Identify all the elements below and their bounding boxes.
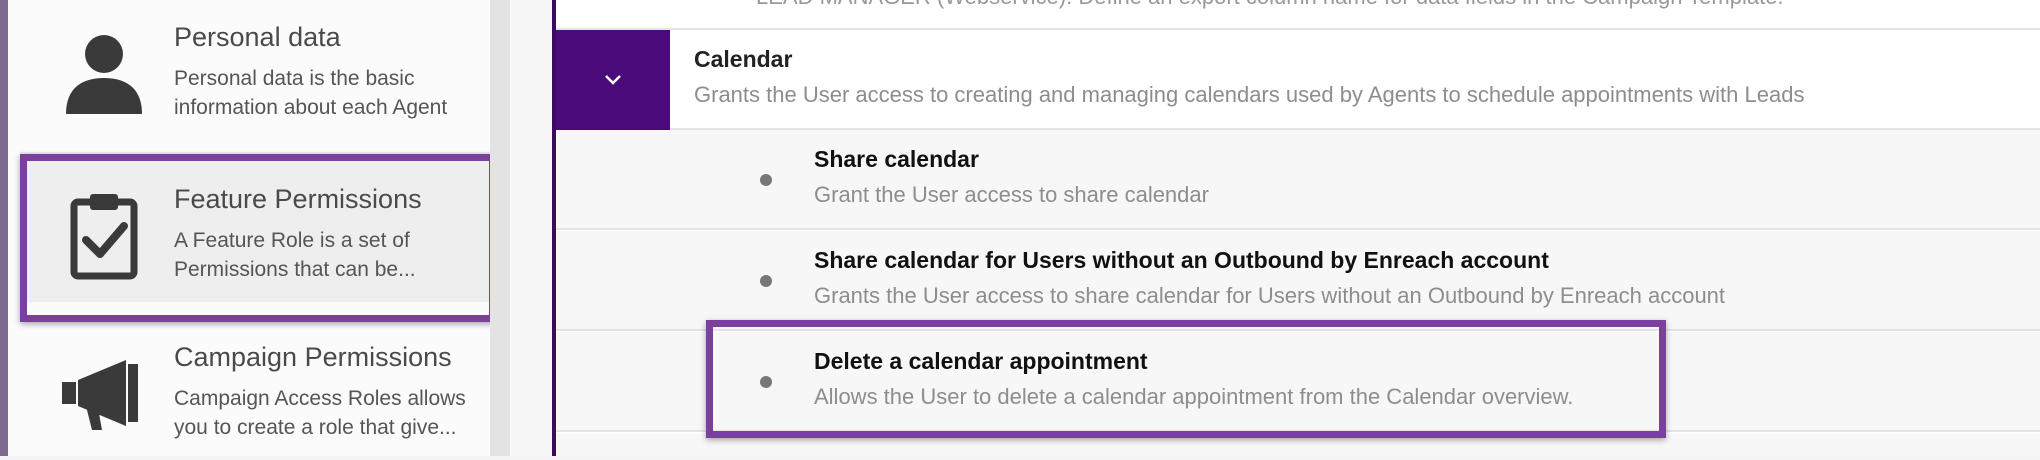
sidebar-scrollbar[interactable] [490,0,510,456]
sidebar-item-campaign-permissions[interactable]: Campaign Permissions Campaign Access Rol… [20,310,490,460]
category-title: Calendar [694,46,793,72]
highlight-frame-permission [706,320,1666,438]
bullet-icon [760,275,772,287]
category-row-calendar[interactable]: Calendar Grants the User access to creat… [556,30,2040,130]
bullet-icon [760,174,772,186]
category-description: Grants the User access to creating and m… [694,82,1805,107]
megaphone-icon [58,346,150,438]
sidebar-item-title: Personal data [174,22,341,52]
permission-description: Grants the User access to share calendar… [814,283,1726,308]
permission-title: Share calendar [814,146,979,172]
permission-description: Grant the User access to share calendar [814,182,1209,207]
highlight-frame-sidebar [20,154,496,322]
chevron-down-icon [605,75,621,85]
sidebar-item-personal-data[interactable]: Personal data Personal data is the basic… [20,0,490,140]
permission-row[interactable]: Share calendar for Users without an Outb… [556,231,2040,331]
expand-toggle-button[interactable] [556,30,670,130]
permission-title: Share calendar for Users without an Outb… [814,247,1549,273]
permission-row[interactable]: Share calendar Grant the User access to … [556,130,2040,230]
truncated-row: LEAD MANAGER (Webservice). Define an exp… [556,0,2040,30]
truncated-description: LEAD MANAGER (Webservice). Define an exp… [756,0,1784,10]
sidebar-item-description: Campaign Access Roles allows you to crea… [174,387,466,439]
sidebar-edge [0,0,8,456]
person-icon [58,26,150,118]
sidebar-item-title: Campaign Permissions [174,342,452,372]
spacer [510,0,552,456]
sidebar-item-description: Personal data is the basic information a… [174,67,448,119]
